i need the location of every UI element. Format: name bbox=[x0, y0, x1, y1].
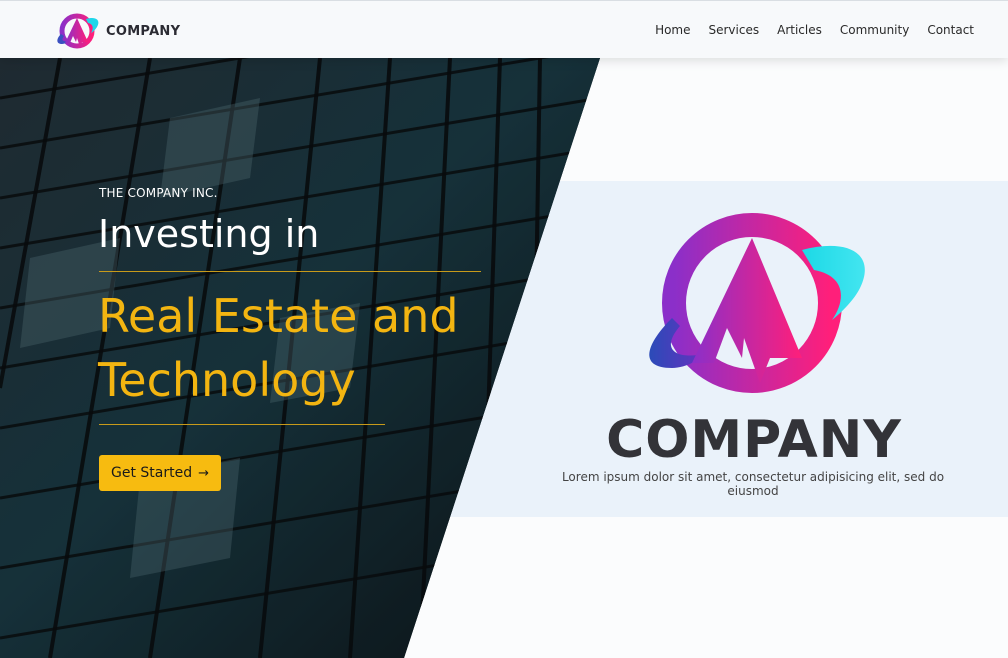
nav-community[interactable]: Community bbox=[840, 23, 909, 37]
landing-page: COMPANY Lorem ipsum dolor sit amet, cons… bbox=[0, 0, 1008, 658]
arrow-right-icon: → bbox=[198, 465, 209, 481]
hero-kicker: THE COMPANY INC. bbox=[99, 186, 218, 200]
get-started-label: Get Started bbox=[110, 465, 193, 481]
brand-name: COMPANY bbox=[106, 23, 181, 39]
hero-headline-accent: Real Estate and Technology bbox=[98, 289, 459, 407]
hero-headline-primary: Investing in bbox=[98, 212, 320, 256]
main-nav: Home Services Articles Community Contact bbox=[655, 23, 974, 37]
company-emblem-icon bbox=[649, 213, 865, 393]
nav-contact[interactable]: Contact bbox=[927, 23, 974, 37]
company-logo-icon bbox=[57, 13, 99, 49]
showcase-company-name: COMPANY bbox=[606, 410, 902, 470]
nav-articles[interactable]: Articles bbox=[777, 23, 822, 37]
brand[interactable]: COMPANY bbox=[54, 11, 180, 51]
nav-services[interactable]: Services bbox=[709, 23, 760, 37]
headline-divider-bottom bbox=[99, 424, 385, 425]
headline-divider-top bbox=[99, 271, 481, 272]
showcase-tagline: Lorem ipsum dolor sit amet, consectetur … bbox=[561, 470, 945, 498]
top-navbar: COMPANY Home Services Articles Community… bbox=[0, 0, 1008, 58]
nav-home[interactable]: Home bbox=[655, 23, 690, 37]
get-started-button[interactable]: Get Started → bbox=[99, 455, 221, 491]
